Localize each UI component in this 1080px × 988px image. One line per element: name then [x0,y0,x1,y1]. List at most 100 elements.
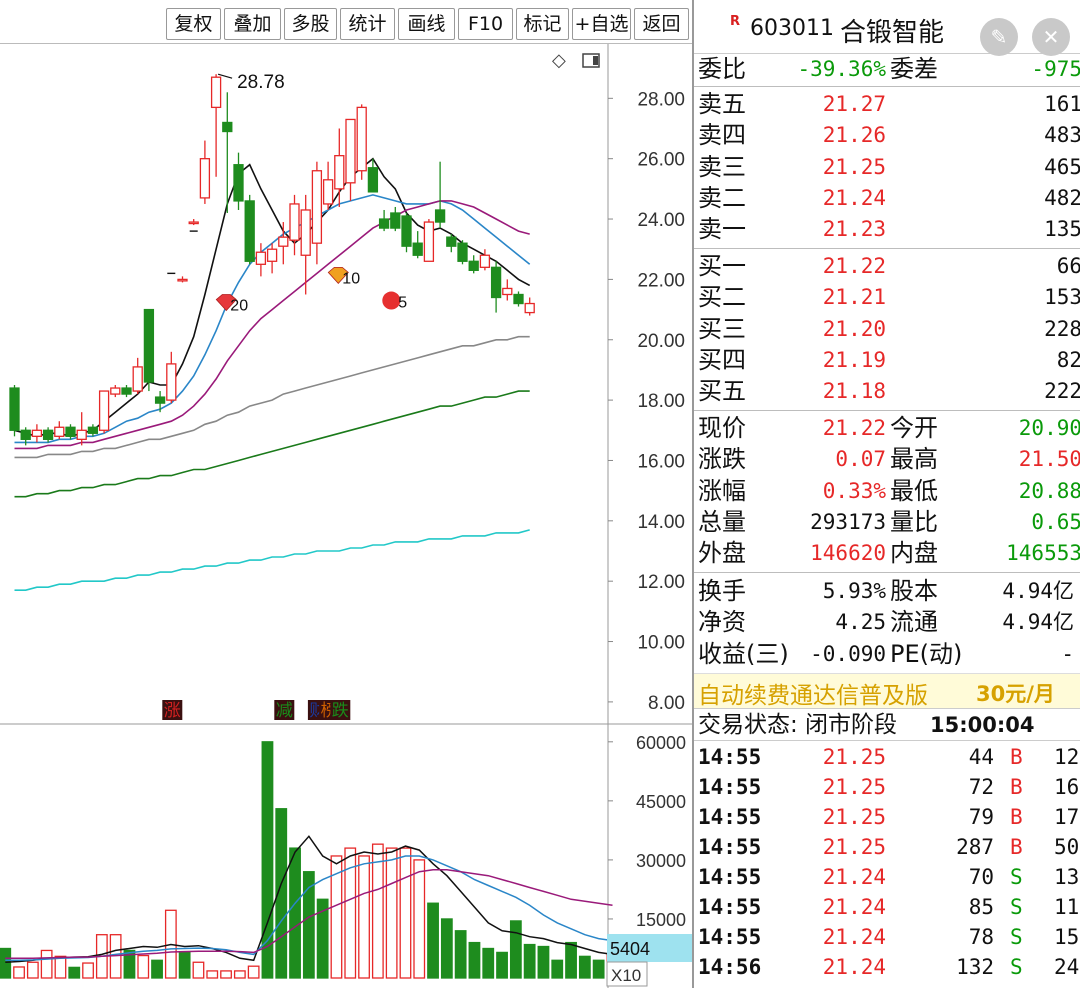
tick-row[interactable]: 14:55 21.24 70 S 13 [694,862,1080,893]
candle[interactable] [154,396,166,404]
volume-bar[interactable] [26,961,39,979]
volume-bar[interactable] [358,855,370,979]
candle[interactable] [9,387,20,431]
candle[interactable] [502,287,513,296]
toolbar-button-3[interactable]: 统计 [340,8,395,40]
toolbar-button-7[interactable]: +自选 [572,8,631,40]
candle[interactable] [110,387,121,395]
candle[interactable] [390,212,401,229]
toolbar-button-5[interactable]: F10 [458,8,513,40]
volume-bar[interactable] [592,959,605,979]
edit-icon[interactable]: ✎ [980,18,1018,56]
volume-bar[interactable] [247,965,260,979]
candle[interactable] [401,215,412,247]
candle[interactable] [121,387,132,395]
candle[interactable] [132,366,143,392]
volume-bar[interactable] [496,951,508,979]
candle[interactable] [278,236,289,247]
toolbar-button-4[interactable]: 画线 [398,8,455,40]
event-tag[interactable]: 跌 [330,700,351,721]
volume-bar[interactable] [413,859,426,979]
volume-bar[interactable] [13,966,25,979]
volume-bar[interactable] [206,970,219,979]
diamond-icon[interactable]: ◇ [552,50,566,71]
candle[interactable] [255,251,267,265]
event-tag[interactable]: 减 [274,700,295,721]
candle[interactable] [87,426,99,434]
candle[interactable] [378,218,390,229]
candle[interactable] [210,76,222,109]
tick-row[interactable]: 14:55 21.25 287 B 50 [694,832,1080,863]
candle[interactable] [177,278,188,282]
volume-bar[interactable] [523,943,536,979]
volume-bar[interactable] [551,959,564,979]
candle[interactable] [289,203,300,241]
candle[interactable] [446,236,457,247]
volume-bar[interactable] [261,741,274,979]
volume-bar[interactable] [385,847,398,979]
candle[interactable] [367,167,379,193]
candle[interactable] [20,429,31,440]
candle[interactable] [222,121,233,133]
volume-bar[interactable] [220,970,232,979]
volume-bar[interactable] [427,902,439,979]
tick-row[interactable]: 14:55 21.24 78 S 15 [694,922,1080,953]
candle[interactable] [412,242,423,256]
promo-price[interactable]: 30元/月 [976,678,1055,708]
candle[interactable] [345,118,356,184]
candle[interactable] [322,179,334,205]
candle[interactable] [513,293,524,305]
candle[interactable] [199,158,211,199]
candle[interactable] [300,209,311,256]
toolbar-button-1[interactable]: 叠加 [224,8,281,40]
volume-bar[interactable] [578,955,591,979]
tick-row[interactable]: 14:56 21.24 132 S 24 [694,952,1080,983]
volume-bar[interactable] [40,949,53,979]
close-icon[interactable]: ✕ [1032,18,1070,56]
volume-bar[interactable] [192,961,205,979]
candle[interactable] [423,221,435,262]
volume-bar[interactable] [399,847,412,979]
volume-bar[interactable] [454,930,467,979]
candle[interactable] [76,429,87,440]
volume-bar[interactable] [289,847,301,979]
candle[interactable] [479,254,491,268]
volume-bar[interactable] [468,941,481,979]
candle[interactable] [266,248,278,262]
volume-bar[interactable] [371,843,384,979]
candle[interactable] [65,426,76,437]
candle[interactable] [31,429,43,437]
candle[interactable] [434,209,446,223]
event-tag[interactable]: 涨 [162,700,183,721]
candle[interactable] [143,308,155,383]
candle[interactable] [54,426,65,437]
toolbar-button-6[interactable]: 标记 [516,8,569,40]
volume-bar[interactable] [68,966,81,979]
candle[interactable] [311,170,323,244]
volume-bar[interactable] [233,970,246,979]
volume-bar[interactable] [537,945,550,979]
tick-row[interactable]: 14:55 21.25 72 B 16 [694,772,1080,803]
promo-text[interactable]: 自动续费通达信普及版 [698,676,928,710]
toolbar-button-8[interactable]: 返回 [634,8,689,40]
kline-chart[interactable]: ◇ 28.00 26.00 24.00 22.00 20.00 18.00 16.00 14.0… [0,44,692,988]
candle[interactable] [490,266,502,299]
candle[interactable] [166,363,177,401]
toolbar-button-0[interactable]: 复权 [166,8,221,40]
volume-bar[interactable] [509,920,522,979]
volume-bar[interactable] [0,947,12,979]
candle[interactable] [524,302,535,314]
volume-bar[interactable] [151,959,163,979]
candle[interactable] [98,390,110,431]
candle[interactable] [468,260,479,271]
volume-bar[interactable] [82,962,94,979]
volume-bar[interactable] [54,955,67,979]
toolbar-button-2[interactable]: 多股 [284,8,337,40]
volume-bar[interactable] [137,954,150,979]
candle[interactable] [457,242,468,262]
volume-bar[interactable] [565,941,577,979]
tick-row[interactable]: 14:55 21.24 85 S 11 [694,892,1080,923]
candle[interactable] [244,200,255,262]
tick-row[interactable]: 14:55 21.25 79 B 17 [694,802,1080,833]
candle[interactable] [42,429,54,440]
